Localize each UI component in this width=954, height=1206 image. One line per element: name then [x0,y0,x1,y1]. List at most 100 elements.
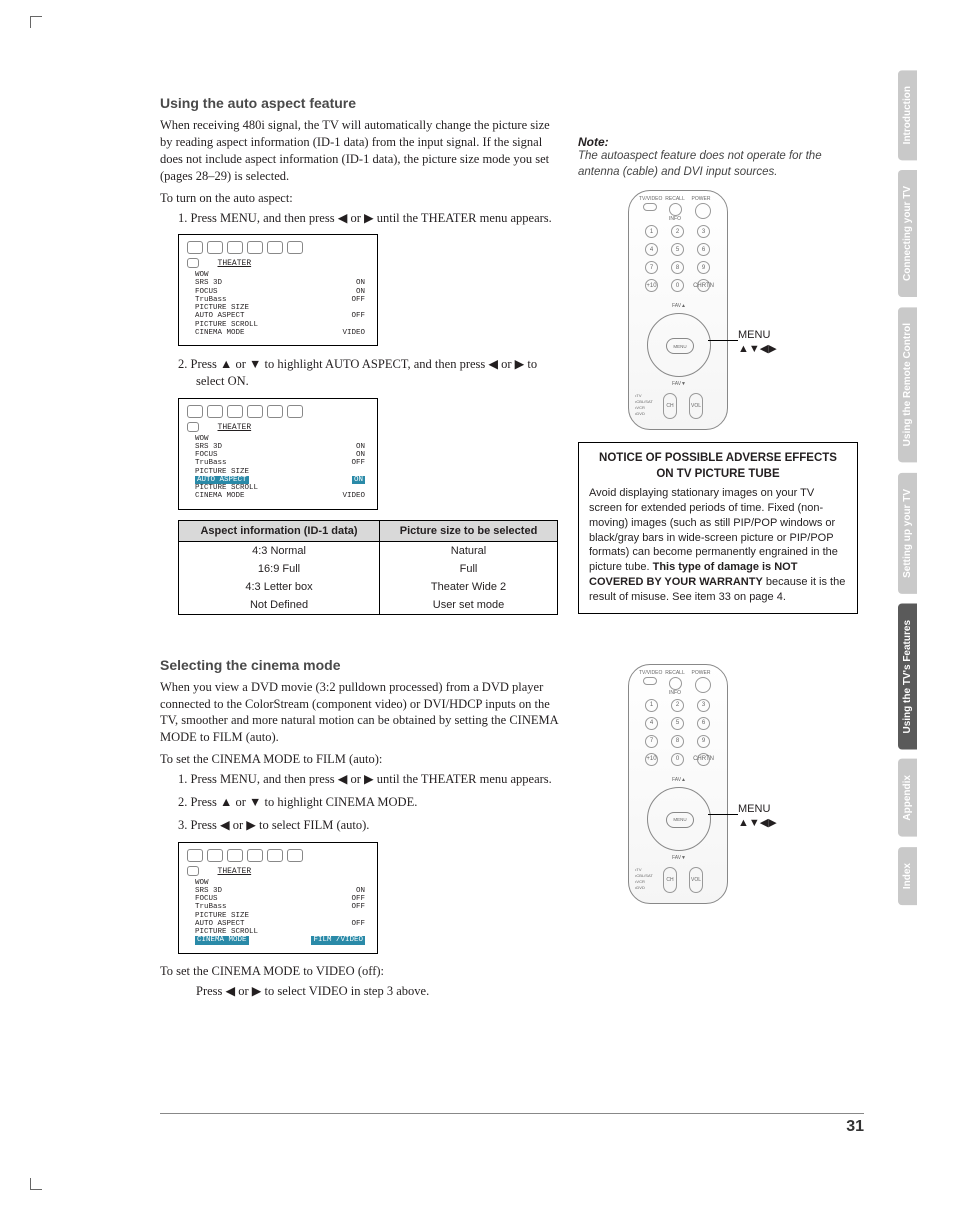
remote-menu-button: MENU [666,338,694,354]
remote-label: POWER [691,670,711,676]
remote-nav-ring: MENU [647,313,711,377]
remote-mode-label: •CBL/SAT [635,873,659,878]
tab-index: Index [898,847,917,905]
tab-connecting: Connecting your TV [898,170,917,297]
remote-num-button: 5 [671,717,684,730]
body-text: When you view a DVD movie (3:2 pulldown … [160,679,560,747]
remote-mode-label: •VCR [635,405,659,410]
osd-row: CINEMA MODEFILM /VIDEO [187,936,369,944]
table-cell: User set mode [380,596,558,615]
remote-label: INFO [665,690,685,696]
notice-box: NOTICE OF POSSIBLE ADVERSE EFFECTS ON TV… [578,442,858,614]
remote-num-button: 9 [697,261,710,274]
heading-cinema-mode: Selecting the cinema mode [160,657,560,673]
remote-label: FAV▲ [669,777,689,783]
osd-row: PICTURE SIZE [187,304,369,312]
body-text: To turn on the auto aspect: [160,191,560,206]
table-cell: 16:9 Full [179,560,380,578]
table-cell: Theater Wide 2 [380,578,558,596]
osd-row: AUTO ASPECTOFF [187,920,369,928]
osd-row: SRS 3DON [187,279,369,287]
table-cell: Natural [380,541,558,560]
osd-row: TruBassOFF [187,459,369,467]
tab-setup: Setting up your TV [898,473,917,594]
table-row: 4:3 NormalNatural [179,541,558,560]
remote-num-button: 5 [671,243,684,256]
remote-mode-label: •TV [635,867,659,872]
remote-num-button: 1 [645,225,658,238]
remote-label: FAV▲ [669,303,689,309]
remote-num-button: 4 [645,243,658,256]
remote-mode-label: •DVD [635,885,659,890]
osd-row: CINEMA MODEVIDEO [187,329,369,337]
remote-num-button: 9 [697,735,710,748]
remote-label: POWER [691,196,711,202]
body-text: To set the CINEMA MODE to VIDEO (off): [160,964,560,979]
remote-button [669,677,682,690]
remote-label: FAV▼ [669,381,689,387]
table-cell: Not Defined [179,596,380,615]
remote-num-button: 7 [645,735,658,748]
remote-num-button: 3 [697,699,710,712]
osd-row: FOCUSON [187,288,369,296]
remote-mode-label: •TV [635,393,659,398]
remote-num-button: CHRTN [697,279,710,292]
remote-num-button: CHRTN [697,753,710,766]
callout-menu: MENU [738,803,770,815]
osd-screenshot: THEATER WOW SRS 3DON FOCUSOFF TruBassOFF… [178,842,378,954]
aspect-table: Aspect information (ID-1 data) Picture s… [178,520,558,615]
note-text: The autoaspect feature does not operate … [578,149,858,180]
remote-num-button: 2 [671,699,684,712]
step: 1. Press MENU, and then press ◀ or ▶ unt… [178,771,560,788]
osd-screenshot: THEATER WOW SRS 3DON FOCUSON TruBassOFFP… [178,234,378,346]
osd-row: PICTURE SCROLL [187,484,369,492]
osd-row: TruBassOFF [187,903,369,911]
tab-appendix: Appendix [898,759,917,837]
remote-num-button: 2 [671,225,684,238]
osd-row: PICTURE SCROLL [187,321,369,329]
step: 2. Press ▲ or ▼ to highlight AUTO ASPECT… [178,356,560,390]
remote-num-button: +10 [645,753,658,766]
body-text: Press ◀ or ▶ to select VIDEO in step 3 a… [160,983,560,1000]
remote-rocker: VOL [689,393,703,419]
osd-row: PICTURE SIZE [187,468,369,476]
osd-row: CINEMA MODEVIDEO [187,492,369,500]
callout-arrows: ▲▼◀▶ [738,817,777,829]
notice-title: NOTICE OF POSSIBLE ADVERSE EFFECTS ON TV… [589,451,847,482]
note-label: Note: [578,135,858,149]
tab-remote: Using the Remote Control [898,307,917,462]
osd-icon-row [187,241,369,254]
osd-row: WOW [187,435,369,443]
remote-num-button: 0 [671,753,684,766]
remote-button [643,677,657,685]
osd-row: FOCUSOFF [187,895,369,903]
remote-menu-button: MENU [666,812,694,828]
osd-row: FOCUSON [187,451,369,459]
table-cell: 4:3 Normal [179,541,380,560]
table-row: 16:9 FullFull [179,560,558,578]
remote-num-button: 6 [697,243,710,256]
heading-auto-aspect: Using the auto aspect feature [160,95,560,111]
osd-row: SRS 3DON [187,443,369,451]
table-row: 4:3 Letter boxTheater Wide 2 [179,578,558,596]
remote-num-button: 8 [671,735,684,748]
osd-screenshot: THEATER WOW SRS 3DON FOCUSON TruBassOFFP… [178,398,378,510]
tab-features: Using the TV's Features [898,604,917,750]
remote-mode-label: •CBL/SAT [635,399,659,404]
remote-label: TV/VIDEO [639,196,659,202]
remote-button [643,203,657,211]
step: 1. Press MENU, and then press ◀ or ▶ unt… [178,210,560,227]
remote-rocker: VOL [689,867,703,893]
remote-num-button: 0 [671,279,684,292]
callout-menu: MENU [738,329,770,341]
tab-introduction: Introduction [898,70,917,160]
table-header: Picture size to be selected [380,520,558,541]
callout-arrows: ▲▼◀▶ [738,343,777,355]
osd-row: PICTURE SCROLL [187,928,369,936]
remote-num-button: 1 [645,699,658,712]
table-cell: 4:3 Letter box [179,578,380,596]
remote-button [695,203,711,219]
osd-row: AUTO ASPECTON [187,476,369,484]
remote-label: FAV▼ [669,855,689,861]
table-cell: Full [380,560,558,578]
